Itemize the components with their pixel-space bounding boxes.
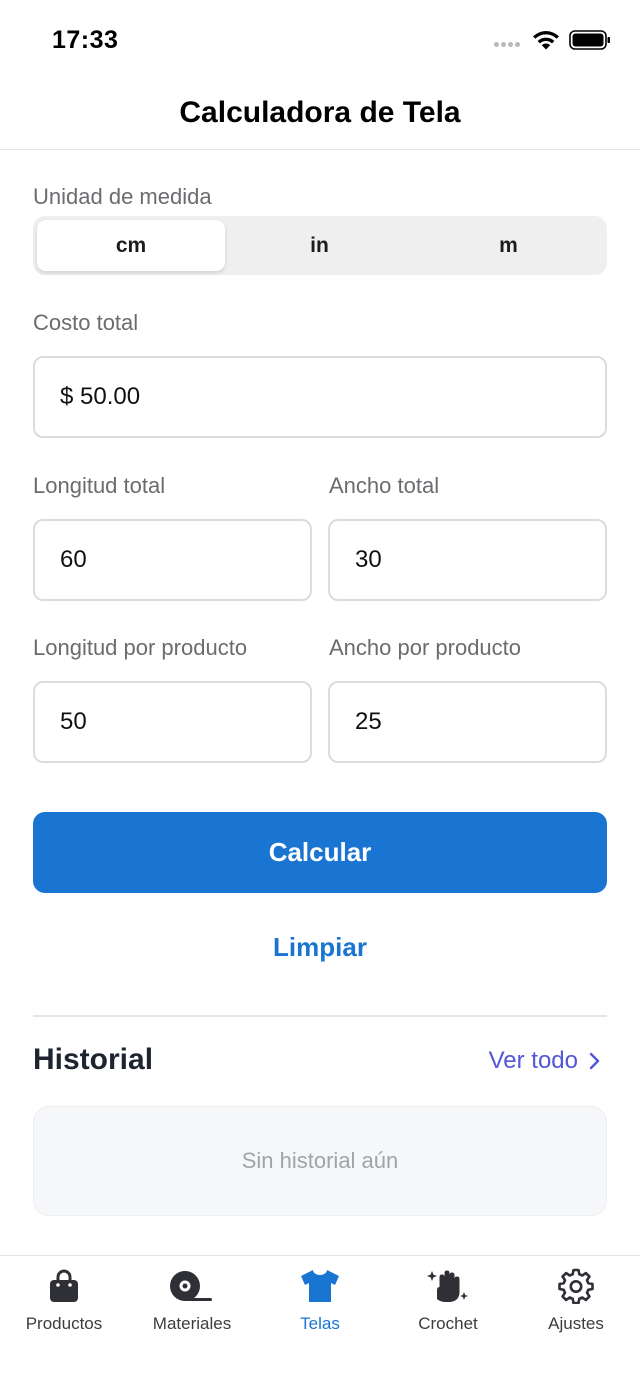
status-time: 17:33 [52,26,119,54]
tab-productos[interactable]: Productos [0,1256,128,1356]
width-total-label: Ancho total [329,473,440,498]
tab-telas[interactable]: Telas [256,1256,384,1356]
width-product-field [328,681,607,763]
length-total-label: Longitud total [33,473,166,498]
width-total-field [328,519,607,601]
length-product-field [33,681,312,763]
chevron-right-icon [589,1052,600,1070]
history-empty-state: Sin historial aún [33,1106,607,1216]
tab-bar: Productos Materiales Telas Crochet Ajust… [0,1255,640,1385]
length-total-input[interactable] [35,521,310,599]
shopping-bag-icon [50,1269,78,1302]
unit-option-in[interactable]: in [225,220,414,271]
gear-icon [558,1268,594,1304]
calculate-button[interactable]: Calcular [33,812,607,893]
see-all-link[interactable]: Ver todo [489,1047,602,1075]
unit-option-m[interactable]: m [414,220,603,271]
page-title: Calculadora de Tela [179,96,461,129]
cost-input[interactable] [35,358,605,436]
width-product-label: Ancho por producto [329,635,522,660]
length-product-label: Longitud por producto [33,635,248,660]
clear-button[interactable]: Limpiar [0,932,640,963]
length-product-input[interactable] [35,683,310,761]
wifi-icon [533,31,559,50]
tab-materiales-label: Materiales [152,1314,232,1333]
status-bar: 17:33 [0,0,640,80]
cost-label: Costo total [33,310,139,335]
width-total-input[interactable] [330,521,605,599]
cellular-signal-icon [494,42,524,50]
tab-crochet-label: Crochet [418,1314,478,1333]
cost-field [33,356,607,438]
unit-option-cm[interactable]: cm [37,220,225,271]
tab-crochet[interactable]: Crochet [384,1256,512,1356]
tab-ajustes-label: Ajustes [548,1314,604,1333]
history-title: Historial [33,1043,154,1076]
width-product-input[interactable] [330,683,605,761]
tab-materiales[interactable]: Materiales [128,1256,256,1356]
fabric-roll-icon [170,1271,212,1301]
history-empty-text: Sin historial aún [241,1148,399,1173]
tab-telas-label: Telas [300,1314,340,1333]
battery-icon [569,30,610,50]
hand-sparkles-icon [427,1270,468,1302]
unit-label: Unidad de medida [33,184,212,209]
see-all-label: Ver todo [488,1047,578,1074]
unit-segmented-control: cm in m [33,216,607,275]
tab-ajustes[interactable]: Ajustes [512,1256,640,1356]
section-divider [33,1015,607,1017]
length-total-field [33,519,312,601]
navigation-bar: Calculadora de Tela [0,80,640,150]
tab-productos-label: Productos [25,1314,103,1333]
tshirt-icon [301,1270,339,1302]
